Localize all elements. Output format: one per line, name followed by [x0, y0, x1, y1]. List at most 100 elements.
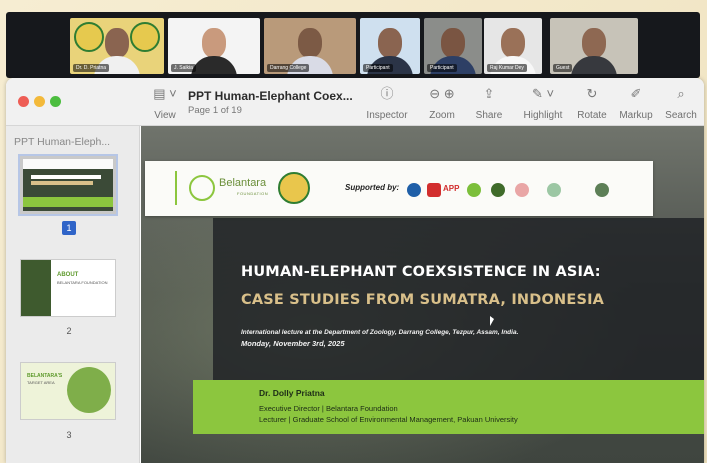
- document-title: PPT Human-Elephant Coex...: [188, 89, 353, 103]
- sponsor-logo-icon: [547, 183, 561, 197]
- thumb-heading: ABOUT: [57, 272, 79, 278]
- view-label: View: [154, 110, 176, 121]
- speaker-name: Dr. Dolly Priatna: [259, 388, 325, 398]
- slide-canvas[interactable]: Belantara FOUNDATION Supported by: APP H…: [141, 126, 704, 463]
- participant-tile[interactable]: Guest: [550, 18, 638, 74]
- slide-title-line1: HUMAN-ELEPHANT COEXSISTENCE IN ASIA:: [241, 264, 601, 280]
- org-name: Belantara: [219, 177, 267, 189]
- page-number-1[interactable]: 1: [62, 221, 76, 235]
- divider: [175, 171, 177, 205]
- rotate-icon: ↻: [586, 86, 598, 101]
- zoom-button[interactable]: ⊖ ⊕ Zoom: [424, 86, 460, 122]
- slide-dark-panel: [213, 218, 704, 400]
- participant-tile[interactable]: Participant: [360, 18, 420, 74]
- sponsor-logo-icon: [515, 183, 529, 197]
- minimize-window-button[interactable]: [34, 96, 45, 107]
- sidebar-title: PPT Human-Eleph...: [14, 136, 111, 148]
- participant-face: [582, 28, 606, 58]
- sponsor-logo-icon: [595, 183, 609, 197]
- zoom-window-button[interactable]: [50, 96, 61, 107]
- college-emblem-icon: [74, 22, 104, 52]
- participant-body: [191, 56, 237, 74]
- sponsor-logo-icon: [467, 183, 481, 197]
- sponsor-logo-icon: [491, 183, 505, 197]
- screenshot-frame: Dr. D. Priatna J. Saikia Darrang College…: [0, 0, 707, 463]
- participant-name: Raj Kumar Dey: [487, 64, 527, 72]
- view-menu-button[interactable]: ▤ ˅ View: [150, 86, 180, 122]
- preview-window: ▤ ˅ View PPT Human-Elephant Coex... Page…: [6, 78, 704, 463]
- thumb-title-line: [31, 181, 93, 185]
- participant-name: Participant: [363, 64, 393, 72]
- participant-tile[interactable]: Darrang College: [264, 18, 356, 74]
- highlight-button[interactable]: ✎ ˅ Highlight: [520, 86, 566, 122]
- mouse-cursor-icon: [490, 316, 494, 326]
- inspector-label: Inspector: [366, 110, 408, 121]
- slide-subtitle: International lecture at the Department …: [241, 329, 519, 336]
- info-icon: ⓘ: [380, 86, 394, 101]
- participant-tile[interactable]: Dr. D. Priatna: [70, 18, 164, 74]
- page-number-2[interactable]: 2: [62, 324, 76, 338]
- sidebar-view-icon: ▤ ˅: [153, 86, 177, 101]
- sponsor-app-label: APP: [443, 184, 460, 193]
- markup-button[interactable]: ✐ Markup: [618, 86, 654, 122]
- org-tag: FOUNDATION: [237, 191, 269, 196]
- belantara-logo-icon: [189, 175, 215, 201]
- participant-name: Darrang College: [267, 64, 310, 72]
- supported-by-label: Supported by:: [345, 183, 400, 192]
- highlighter-icon: ✎ ˅: [531, 86, 555, 101]
- thumb-subheading: TARGET AREA: [27, 380, 55, 385]
- thumb-subheading: BELANTARA FOUNDATION: [57, 280, 108, 285]
- sponsor-logo-icon: [407, 183, 421, 197]
- slide-date: Monday, November 3rd, 2025: [241, 339, 345, 348]
- share-icon: ⇪: [483, 86, 495, 101]
- page-thumbnail-2[interactable]: ABOUT BELANTARA FOUNDATION: [20, 259, 116, 317]
- thumb-green-band: [23, 197, 113, 207]
- participant-body: [571, 56, 617, 74]
- search-button[interactable]: ⌕ Search: [664, 86, 698, 122]
- close-window-button[interactable]: [18, 96, 29, 107]
- university-emblem-icon: [278, 172, 310, 204]
- zoom-in-out-icon: ⊖ ⊕: [429, 86, 455, 101]
- highlight-label: Highlight: [523, 110, 563, 121]
- video-participant-strip: Dr. D. Priatna J. Saikia Darrang College…: [6, 12, 700, 78]
- page-indicator: Page 1 of 19: [188, 105, 242, 116]
- inspector-button[interactable]: ⓘ Inspector: [364, 86, 410, 122]
- markup-label: Markup: [619, 110, 653, 121]
- participant-name: Dr. D. Priatna: [73, 64, 110, 72]
- participant-face: [105, 28, 129, 58]
- logo-band: Belantara FOUNDATION Supported by: APP: [145, 161, 653, 216]
- slide-title-line2: CASE STUDIES FROM SUMATRA, INDONESIA: [241, 292, 605, 308]
- college-emblem-icon: [130, 22, 160, 52]
- thumb-title-line: [31, 175, 101, 179]
- speaker-role-1: Executive Director | Belantara Foundatio…: [259, 404, 398, 413]
- participant-name: Guest: [553, 64, 573, 72]
- thumb-photo: [21, 260, 51, 316]
- page-number-3[interactable]: 3: [62, 428, 76, 442]
- markup-pen-icon: ✐: [630, 86, 642, 101]
- search-icon: ⌕: [677, 86, 685, 101]
- participant-name: Participant: [427, 64, 457, 72]
- participant-face: [501, 28, 525, 58]
- participant-face: [202, 28, 226, 58]
- window-toolbar: ▤ ˅ View PPT Human-Elephant Coex... Page…: [6, 78, 704, 126]
- page-thumbnail-1[interactable]: [18, 154, 118, 216]
- participant-face: [441, 28, 465, 58]
- thumb-heading: BELANTARA'S: [27, 373, 63, 379]
- speaker-role-2: Lecturer | Graduate School of Environmen…: [259, 415, 518, 424]
- sponsor-logo-icon: [427, 183, 441, 197]
- search-label: Search: [665, 110, 697, 121]
- thumb-map: [67, 367, 111, 413]
- zoom-label: Zoom: [429, 110, 455, 121]
- participant-tile[interactable]: Participant: [424, 18, 482, 74]
- share-label: Share: [475, 110, 503, 121]
- participant-face: [378, 28, 402, 58]
- participant-tile[interactable]: J. Saikia: [168, 18, 260, 74]
- share-button[interactable]: ⇪ Share: [474, 86, 504, 122]
- participant-name: J. Saikia: [171, 64, 196, 72]
- rotate-button[interactable]: ↻ Rotate: [576, 86, 608, 122]
- thumb-logo-band: [23, 159, 113, 169]
- page-thumbnail-3[interactable]: BELANTARA'S TARGET AREA: [20, 362, 116, 420]
- participant-tile[interactable]: Raj Kumar Dey: [484, 18, 542, 74]
- participant-face: [298, 28, 322, 58]
- thumbnail-sidebar: PPT Human-Eleph... 1 ABOUT BELANTARA FOU…: [6, 126, 140, 463]
